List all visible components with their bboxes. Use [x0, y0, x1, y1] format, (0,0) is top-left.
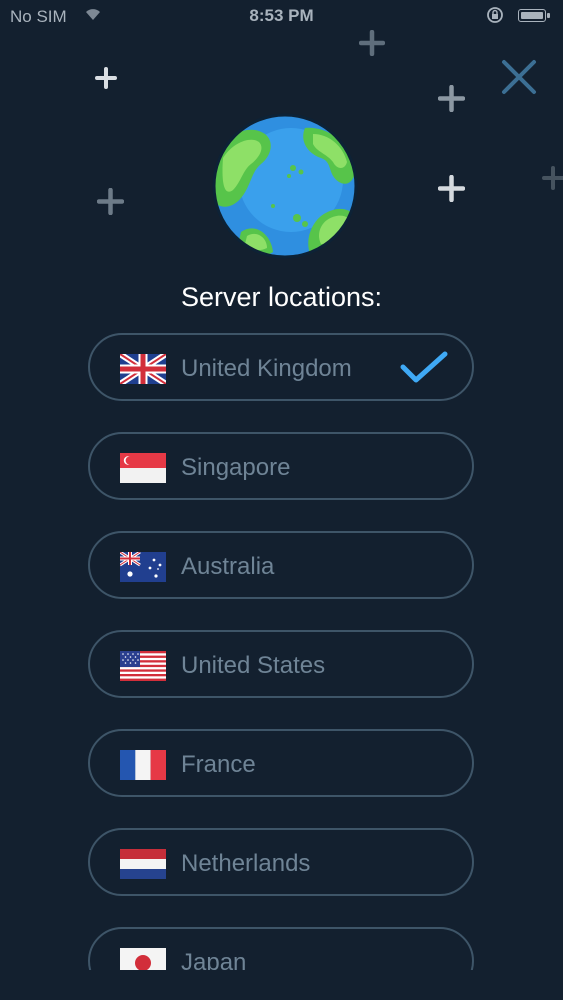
- status-time: 8:53 PM: [249, 6, 314, 25]
- uk-flag-icon: [120, 354, 166, 384]
- sparkle-plus-icon: [438, 85, 465, 112]
- sparkle-plus-icon: [438, 175, 465, 202]
- close-icon[interactable]: [500, 58, 538, 96]
- location-label: Singapore: [181, 454, 291, 481]
- sparkle-plus-icon: [542, 166, 563, 190]
- us-flag-icon: [120, 651, 166, 681]
- sparkle-plus-icon: [359, 30, 385, 56]
- australia-flag-icon: [120, 552, 166, 582]
- server-location-list[interactable]: United Kingdom Singapore Australia Unite…: [0, 330, 563, 970]
- location-label: Japan: [181, 949, 247, 970]
- location-item-australia[interactable]: Australia: [88, 531, 474, 599]
- sparkle-plus-icon: [95, 67, 117, 89]
- globe-icon: [212, 113, 358, 259]
- rotation-lock-icon: [486, 6, 504, 29]
- location-label: United States: [181, 652, 326, 679]
- singapore-flag-icon: [120, 453, 166, 483]
- netherlands-flag-icon: [120, 849, 166, 879]
- location-item-united-states[interactable]: United States: [88, 630, 474, 698]
- location-item-france[interactable]: France: [88, 729, 474, 797]
- location-item-united-kingdom[interactable]: United Kingdom: [88, 333, 474, 401]
- close-button[interactable]: [500, 58, 538, 96]
- location-item-japan[interactable]: Japan: [88, 927, 474, 970]
- location-label: France: [181, 751, 256, 778]
- location-item-netherlands[interactable]: Netherlands: [88, 828, 474, 896]
- location-label: Netherlands: [181, 850, 311, 877]
- japan-flag-icon: [120, 948, 166, 970]
- france-flag-icon: [120, 750, 166, 780]
- location-item-singapore[interactable]: Singapore: [88, 432, 474, 500]
- checkmark-icon: [400, 351, 448, 383]
- status-bar: No SIM 8:53 PM: [0, 0, 563, 32]
- location-label: United Kingdom: [181, 355, 352, 382]
- location-label: Australia: [181, 553, 275, 580]
- sparkle-plus-icon: [97, 188, 124, 215]
- battery-icon: [518, 9, 550, 22]
- page-title: Server locations:: [180, 282, 383, 312]
